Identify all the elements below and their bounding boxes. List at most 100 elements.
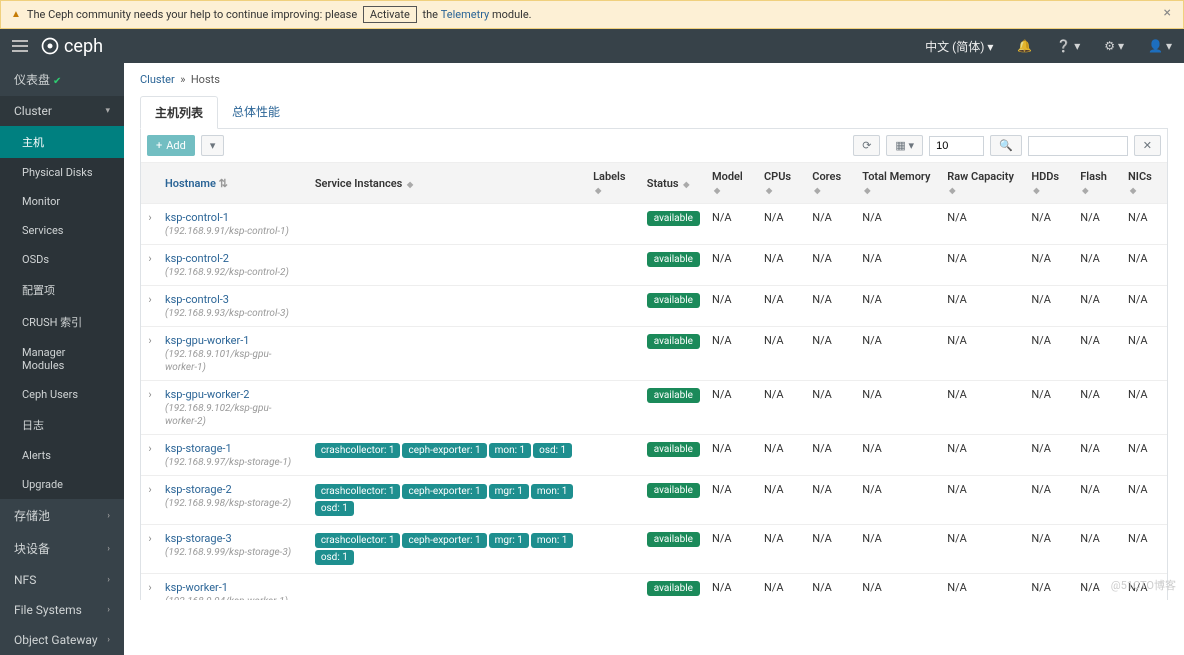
model-cell: N/A [706, 574, 758, 601]
search-button[interactable]: 🔍 [990, 135, 1022, 156]
logo-text: ceph [64, 36, 103, 57]
navbar: ceph 中文 (简体) ▾ 🔔 ❔ ▾ ⚙ ▾ 👤 ▾ [0, 29, 1184, 63]
table-row: ›ksp-worker-1(192.168.9.94/ksp-worker-1)… [141, 574, 1167, 601]
sidebar-item-physical-disks[interactable]: Physical Disks [0, 158, 124, 187]
sidebar-item-osds[interactable]: OSDs [0, 245, 124, 274]
expand-row-icon[interactable]: › [141, 245, 159, 286]
sidebar-item-cluster[interactable]: Cluster▾ [0, 96, 124, 126]
sidebar-item-存储池[interactable]: 存储池› [0, 499, 124, 532]
gear-icon[interactable]: ⚙ ▾ [1104, 39, 1124, 53]
activate-button[interactable]: Activate [363, 6, 417, 23]
hostname-cell[interactable]: ksp-control-2(192.168.9.92/ksp-control-2… [159, 245, 309, 286]
language-selector[interactable]: 中文 (简体) ▾ [925, 38, 993, 55]
raw-cell: N/A [941, 204, 1025, 245]
expand-row-icon[interactable]: › [141, 525, 159, 574]
service-badge: osd: 1 [533, 443, 572, 458]
status-ok-icon: ✔ [53, 76, 61, 87]
col-hostname[interactable]: Hostname ⇅ [159, 163, 309, 204]
sidebar-item-dashboard[interactable]: 仪表盘 ✔ [0, 63, 124, 96]
model-cell: N/A [706, 381, 758, 435]
service-badge: mon: 1 [531, 533, 574, 548]
expand-row-icon[interactable]: › [141, 381, 159, 435]
nics-cell: N/A [1122, 286, 1167, 327]
pagesize-input[interactable] [929, 136, 984, 156]
service-badge: osd: 1 [315, 550, 354, 565]
sidebar-item-upgrade[interactable]: Upgrade [0, 470, 124, 499]
hdds-cell: N/A [1025, 245, 1074, 286]
bell-icon[interactable]: 🔔 [1017, 39, 1032, 53]
telemetry-link[interactable]: Telemetry [441, 8, 489, 21]
sidebar-item-crush-索引[interactable]: CRUSH 索引 [0, 306, 124, 338]
col-service-instances[interactable]: Service Instances ◆ [309, 163, 587, 204]
breadcrumb-cluster[interactable]: Cluster [140, 73, 175, 86]
labels-cell [587, 476, 641, 525]
sidebar-item-日志[interactable]: 日志 [0, 409, 124, 441]
sidebar-item-主机[interactable]: 主机 [0, 126, 124, 158]
clear-search-button[interactable]: ✕ [1134, 135, 1161, 156]
search-input[interactable] [1028, 136, 1128, 156]
sidebar-item-nfs[interactable]: NFS› [0, 565, 124, 595]
add-button[interactable]: + Add [147, 135, 195, 156]
hostname-cell[interactable]: ksp-control-1(192.168.9.91/ksp-control-1… [159, 204, 309, 245]
hostname-cell[interactable]: ksp-gpu-worker-1(192.168.9.101/ksp-gpu-w… [159, 327, 309, 381]
expand-row-icon[interactable]: › [141, 574, 159, 601]
col-raw-capacity[interactable]: Raw Capacity ◆ [941, 163, 1025, 204]
col-model[interactable]: Model ◆ [706, 163, 758, 204]
refresh-button[interactable]: ⟳ [853, 135, 880, 156]
model-cell: N/A [706, 476, 758, 525]
expand-row-icon[interactable]: › [141, 476, 159, 525]
tab-host-list[interactable]: 主机列表 [140, 96, 218, 129]
model-cell: N/A [706, 525, 758, 574]
cpus-cell: N/A [758, 525, 806, 574]
columns-button[interactable]: ▦ ▾ [886, 135, 923, 156]
sidebar-item-monitor[interactable]: Monitor [0, 187, 124, 216]
expand-row-icon[interactable]: › [141, 435, 159, 476]
mem-cell: N/A [856, 525, 941, 574]
status-cell: available [641, 327, 706, 381]
col-flash[interactable]: Flash ◆ [1074, 163, 1122, 204]
sidebar-item-配置项[interactable]: 配置项 [0, 274, 124, 306]
col-total-memory[interactable]: Total Memory ◆ [856, 163, 941, 204]
hostname-cell[interactable]: ksp-storage-3(192.168.9.99/ksp-storage-3… [159, 525, 309, 574]
table-row: ›ksp-storage-3(192.168.9.99/ksp-storage-… [141, 525, 1167, 574]
flash-cell: N/A [1074, 435, 1122, 476]
telemetry-banner: The Ceph community needs your help to co… [0, 0, 1184, 29]
hostname-cell[interactable]: ksp-control-3(192.168.9.93/ksp-control-3… [159, 286, 309, 327]
hostname-cell[interactable]: ksp-gpu-worker-2(192.168.9.102/ksp-gpu-w… [159, 381, 309, 435]
col-cores[interactable]: Cores ◆ [806, 163, 856, 204]
help-icon[interactable]: ❔ ▾ [1056, 39, 1080, 53]
tab-overall-perf[interactable]: 总体性能 [218, 96, 294, 128]
mem-cell: N/A [856, 327, 941, 381]
sidebar-item-object-gateway[interactable]: Object Gateway› [0, 625, 124, 655]
col-status[interactable]: Status ◆ [641, 163, 706, 204]
expand-row-icon[interactable]: › [141, 327, 159, 381]
cores-cell: N/A [806, 381, 856, 435]
sidebar-item-manager-modules[interactable]: Manager Modules [0, 338, 124, 380]
hostname-cell[interactable]: ksp-worker-1(192.168.9.94/ksp-worker-1) [159, 574, 309, 601]
logo[interactable]: ceph [40, 36, 103, 57]
close-icon[interactable]: × [1164, 5, 1171, 21]
cpus-cell: N/A [758, 327, 806, 381]
user-icon[interactable]: 👤 ▾ [1148, 39, 1172, 53]
expand-row-icon[interactable]: › [141, 204, 159, 245]
col-cpus[interactable]: CPUs ◆ [758, 163, 806, 204]
menu-toggle-icon[interactable] [12, 40, 28, 52]
add-dropdown[interactable]: ▾ [201, 135, 225, 156]
flash-cell: N/A [1074, 204, 1122, 245]
sidebar-item-块设备[interactable]: 块设备› [0, 532, 124, 565]
hostname-cell[interactable]: ksp-storage-2(192.168.9.98/ksp-storage-2… [159, 476, 309, 525]
sidebar-item-ceph-users[interactable]: Ceph Users [0, 380, 124, 409]
col-labels[interactable]: Labels ◆ [587, 163, 641, 204]
col-hdds[interactable]: HDDs ◆ [1025, 163, 1074, 204]
hostname-cell[interactable]: ksp-storage-1(192.168.9.97/ksp-storage-1… [159, 435, 309, 476]
sidebar-item-file-systems[interactable]: File Systems› [0, 595, 124, 625]
expand-row-icon[interactable]: › [141, 286, 159, 327]
sidebar-item-alerts[interactable]: Alerts [0, 441, 124, 470]
hdds-cell: N/A [1025, 525, 1074, 574]
col-nics[interactable]: NICs ◆ [1122, 163, 1167, 204]
model-cell: N/A [706, 286, 758, 327]
labels-cell [587, 381, 641, 435]
cores-cell: N/A [806, 204, 856, 245]
model-cell: N/A [706, 327, 758, 381]
sidebar-item-services[interactable]: Services [0, 216, 124, 245]
